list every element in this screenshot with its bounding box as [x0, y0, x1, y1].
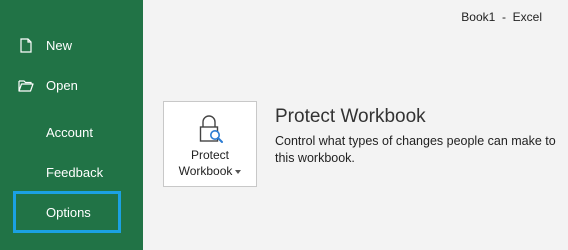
document-name: Book1: [461, 10, 496, 24]
sidebar-item-label: Open: [46, 77, 78, 93]
sidebar-item-feedback[interactable]: Feedback: [0, 154, 143, 190]
lock-icon: [198, 114, 224, 144]
backstage-view: New Open Account Feedback Options Book1 …: [0, 0, 568, 250]
sidebar-item-label: New: [46, 37, 73, 53]
protect-workbook-button[interactable]: Protect Workbook: [163, 101, 257, 187]
app-name: Excel: [512, 10, 542, 24]
protect-button-label-line1: Protect: [190, 148, 229, 162]
sidebar-item-account[interactable]: Account: [0, 114, 143, 150]
sidebar-item-label: Feedback: [46, 164, 104, 180]
title-separator: -: [501, 10, 506, 24]
sidebar-item-options[interactable]: Options: [13, 191, 121, 233]
folder-open-icon: [18, 77, 34, 93]
protect-button-label-line2: Workbook: [164, 164, 256, 178]
dropdown-caret-icon: [235, 169, 242, 174]
sidebar-item-label: Account: [46, 124, 93, 140]
sidebar-item-new[interactable]: New: [0, 27, 143, 63]
sidebar-item-open[interactable]: Open: [0, 67, 143, 103]
new-document-icon: [18, 37, 34, 53]
section-heading: Protect Workbook: [275, 106, 426, 127]
window-title: Book1 - Excel: [461, 10, 542, 24]
section-description: Control what types of changes people can…: [275, 134, 556, 165]
protect-button-label-text: Workbook: [178, 164, 233, 178]
sidebar-item-label: Options: [46, 204, 91, 220]
backstage-sidebar: New Open Account Feedback Options: [0, 0, 143, 250]
